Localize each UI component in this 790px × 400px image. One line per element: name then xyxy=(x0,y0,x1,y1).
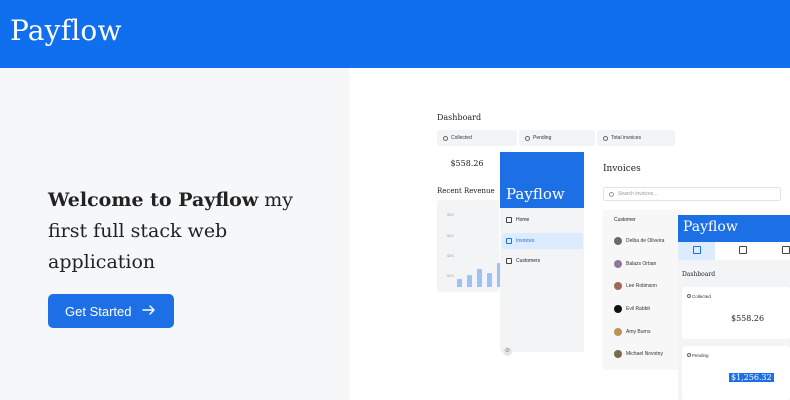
get-started-button[interactable]: Get Started xyxy=(48,294,174,328)
chip-collected: Collected xyxy=(437,130,517,146)
preview-dashboard-title: Dashboard xyxy=(437,113,482,122)
mobile-pending-card: Pending $1,256.32 xyxy=(682,346,790,400)
revenue-axis-label: $2K xyxy=(447,273,455,278)
customer-column-header: Customer xyxy=(614,217,636,223)
clock-icon xyxy=(525,135,530,141)
customer-name: Amy Burns xyxy=(626,329,651,335)
recent-revenue-title: Recent Revenue xyxy=(437,187,495,195)
revenue-bar xyxy=(467,275,472,287)
chip-label: Total invoices xyxy=(611,135,642,141)
revenue-bar xyxy=(487,273,492,287)
chip-label: Collected xyxy=(451,135,472,141)
invoice-search-input[interactable]: Search invoices... xyxy=(603,187,781,201)
nav-home[interactable]: Home xyxy=(502,212,583,228)
revenue-bar xyxy=(477,269,482,287)
preview-sidebar: Payflow Home Invoices Customers xyxy=(500,152,584,352)
table-row[interactable]: Amy Burns xyxy=(614,328,650,336)
chip-pending: Pending xyxy=(519,130,595,146)
welcome-heading-bold: Welcome to Payflow xyxy=(48,189,259,211)
revenue-axis-label: $4K xyxy=(447,233,455,238)
welcome-heading: Welcome to Payflow my first full stack w… xyxy=(48,185,308,278)
arrow-right-icon xyxy=(142,305,155,315)
card-value[interactable]: $1,256.32 xyxy=(729,373,774,382)
sidebar-logo[interactable]: Payflow xyxy=(500,152,584,208)
home-icon xyxy=(506,217,512,223)
invoice-table xyxy=(603,210,681,370)
top-bar: Payflow xyxy=(0,0,790,68)
search-icon xyxy=(609,192,614,197)
table-row[interactable]: Michael Novotny xyxy=(614,350,663,358)
sidebar-brand: Payflow xyxy=(506,185,565,203)
table-row[interactable]: Evil Rabbit xyxy=(614,305,650,313)
table-row[interactable]: Delba de Oliveira xyxy=(614,237,664,245)
avatar xyxy=(614,328,622,336)
avatar xyxy=(614,282,622,290)
avatar xyxy=(614,350,622,358)
nav-invoices[interactable]: Invoices xyxy=(502,233,583,249)
nav-label: Home xyxy=(516,217,530,223)
search-placeholder: Search invoices... xyxy=(618,191,658,197)
mobile-dashboard-title: Dashboard xyxy=(682,271,716,278)
mobile-brand: Payflow xyxy=(683,219,738,235)
invoices-title: Invoices xyxy=(603,164,641,174)
home-icon[interactable] xyxy=(693,246,701,254)
mobile-logo[interactable]: Payflow xyxy=(678,215,790,242)
customer-name: Delba de Oliveira xyxy=(626,238,665,244)
avatar xyxy=(614,237,622,245)
card-label: Pending xyxy=(692,353,709,358)
brand-logo[interactable]: Payflow xyxy=(10,14,122,47)
coin-icon xyxy=(443,135,448,141)
table-row[interactable]: Balazs Orban xyxy=(614,260,656,268)
avatar xyxy=(614,305,622,313)
chip-label: Pending xyxy=(533,135,552,141)
revenue-axis-label: $3K xyxy=(447,253,455,258)
card-value: $558.26 xyxy=(731,314,765,323)
revenue-bar xyxy=(457,279,462,287)
revenue-axis-label: $5K xyxy=(447,212,455,217)
get-started-label: Get Started xyxy=(65,303,132,319)
chip-total-invoices: Total invoices xyxy=(597,130,675,146)
collected-amount: $558.26 xyxy=(437,150,497,176)
nav-label: Customers xyxy=(516,258,541,264)
document-icon[interactable] xyxy=(739,246,747,254)
customer-name: Michael Novotny xyxy=(626,351,663,357)
mobile-collected-card: Collected $558.26 xyxy=(682,287,790,339)
customer-name: Evil Rabbit xyxy=(626,306,650,312)
customer-name: Lee Robinson xyxy=(626,283,657,289)
nav-label: Invoices xyxy=(516,238,535,244)
coin-icon xyxy=(687,294,691,298)
card-label: Collected xyxy=(692,294,711,299)
users-icon[interactable] xyxy=(782,246,790,254)
users-icon xyxy=(506,258,512,264)
document-icon xyxy=(603,135,608,141)
power-icon[interactable]: ⏻ xyxy=(503,347,512,356)
table-row[interactable]: Lee Robinson xyxy=(614,282,657,290)
nav-customers[interactable]: Customers xyxy=(502,253,583,269)
avatar xyxy=(614,260,622,268)
clock-icon xyxy=(687,353,691,357)
document-icon xyxy=(506,238,512,244)
customer-name: Balazs Orban xyxy=(626,261,657,267)
